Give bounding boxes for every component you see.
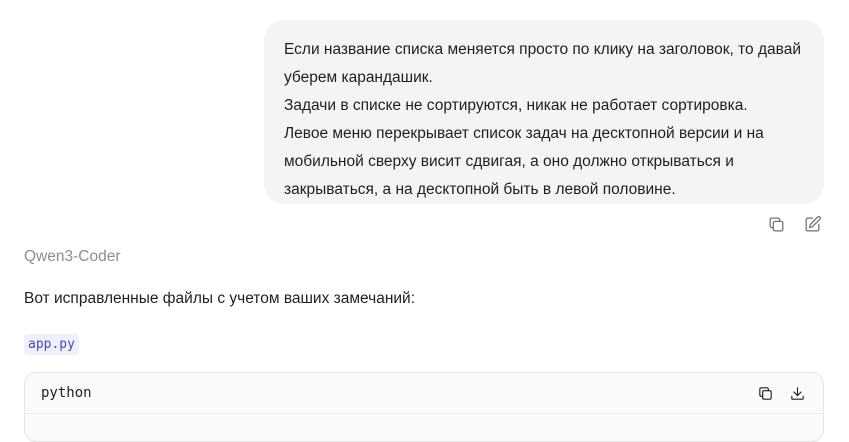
code-block: python [24, 372, 824, 442]
user-message-line: Левое меню перекрывает список задач на д… [284, 125, 764, 142]
code-block-header: python [25, 373, 823, 414]
user-message-line: Задачи в списке не сортируются, никак не… [284, 97, 748, 114]
copy-message-button[interactable] [766, 214, 786, 234]
user-message-bubble: Если название списка меняется просто по … [264, 20, 824, 204]
copy-icon [758, 386, 772, 400]
user-message-actions [766, 214, 822, 234]
edit-icon [805, 215, 821, 231]
download-icon [790, 386, 804, 400]
file-name-chip: app.py [24, 334, 79, 355]
assistant-intro-text: Вот исправленные файлы с учетом ваших за… [24, 290, 416, 307]
copy-icon [769, 217, 783, 231]
user-message-line: мобильной сверху висит сдвигая, а оно до… [284, 153, 734, 170]
user-message-line: уберем карандашик. [284, 69, 433, 86]
user-message-line: закрываться, а на десктопной быть в лево… [284, 181, 676, 198]
copy-code-button[interactable] [755, 383, 775, 403]
code-block-actions [755, 383, 807, 403]
edit-message-button[interactable] [802, 214, 822, 234]
download-code-button[interactable] [787, 383, 807, 403]
model-name: Qwen3-Coder [24, 248, 121, 265]
code-language-label: python [41, 385, 92, 401]
user-message-line: Если название списка меняется просто по … [284, 41, 801, 58]
